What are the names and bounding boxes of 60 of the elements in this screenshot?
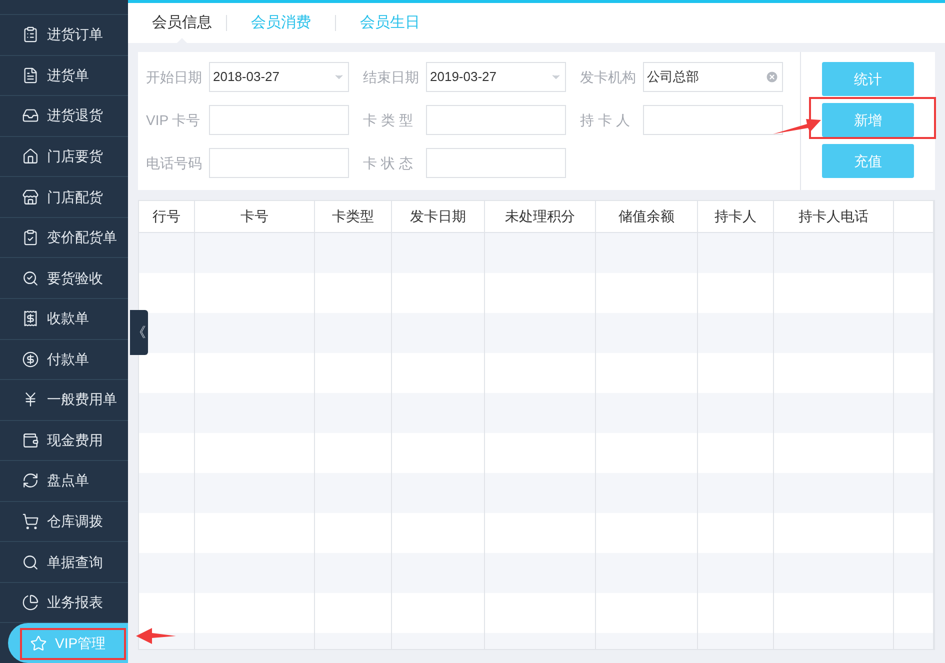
field-label: 发卡机构	[580, 68, 637, 86]
clear-icon[interactable]	[765, 70, 779, 84]
field-label: 开始日期	[146, 68, 203, 86]
input-field[interactable]	[209, 105, 349, 135]
date-value: 2018-03-27	[213, 68, 280, 86]
sidebar-item[interactable]: 进货退货	[0, 96, 128, 137]
sidebar-item[interactable]: 盘点单	[0, 461, 128, 502]
sidebar-item[interactable]: 门店要货	[0, 136, 128, 178]
star-icon	[30, 634, 47, 652]
annotation-arrow	[773, 116, 821, 136]
field-label: 结束日期	[363, 68, 420, 86]
column-header: 行号	[139, 201, 195, 232]
column-header: 未处理积分	[485, 201, 596, 232]
sidebar-item[interactable]: 收款单	[0, 298, 128, 340]
sidebar-item[interactable]: 付款单	[0, 340, 128, 380]
sidebar-item[interactable]: 变价配货单	[0, 218, 128, 258]
input-field[interactable]	[426, 148, 566, 178]
date-field[interactable]: 2019-03-27	[426, 62, 566, 92]
sidebar-item[interactable]: 进货单	[0, 56, 128, 96]
sidebar-item[interactable]: 要货验收	[0, 258, 128, 299]
house-icon	[22, 148, 39, 165]
field-label: VIP 卡号	[146, 110, 202, 130]
column-header: 卡类型	[315, 201, 392, 232]
sidebar-item[interactable]: 单据查询	[0, 542, 128, 583]
store-icon	[22, 188, 39, 206]
document-icon	[22, 66, 39, 84]
sidebar-item[interactable]: 门店配货	[0, 177, 128, 218]
column-header: 持卡人	[698, 201, 774, 232]
magnifier-icon	[22, 270, 39, 287]
input-field[interactable]	[426, 105, 566, 135]
field-value: 公司总部	[647, 68, 700, 86]
cart-icon	[22, 513, 39, 530]
sidebar-item[interactable]: 仓库调拨	[0, 502, 128, 542]
collapse-button[interactable]: 《	[130, 310, 148, 355]
select-field[interactable]: 公司总部	[643, 62, 783, 92]
column-header: 发卡日期	[392, 201, 485, 232]
inbox-icon	[22, 107, 39, 124]
sidebar-item[interactable]: 一般费用单	[0, 380, 128, 421]
refresh-icon	[22, 472, 39, 490]
search-icon	[22, 554, 39, 571]
coin-icon	[22, 350, 39, 368]
clipboard-icon	[22, 229, 39, 246]
field-label: 卡 状 态	[363, 154, 414, 172]
column-header: 储值余额	[596, 201, 698, 232]
input-field[interactable]	[209, 148, 349, 178]
clipboard-icon	[22, 26, 39, 44]
column-header: 卡号	[195, 201, 315, 232]
input-field[interactable]	[643, 105, 783, 135]
field-label: 卡 类 型	[363, 110, 414, 130]
annotation-arrow	[136, 628, 176, 644]
date-value: 2019-03-27	[430, 68, 498, 86]
sidebar-item[interactable]: 现金费用	[0, 420, 128, 462]
column-header: 持卡人电话	[774, 201, 894, 232]
field-label: 电话号码	[146, 154, 203, 172]
pie-chart-icon	[22, 594, 39, 612]
field-label: 持 卡 人	[580, 110, 631, 130]
receipt-icon	[22, 310, 39, 328]
tab[interactable]: 会员信息	[138, 3, 226, 43]
wallet-icon	[22, 432, 39, 449]
date-field[interactable]: 2018-03-27	[209, 62, 349, 92]
